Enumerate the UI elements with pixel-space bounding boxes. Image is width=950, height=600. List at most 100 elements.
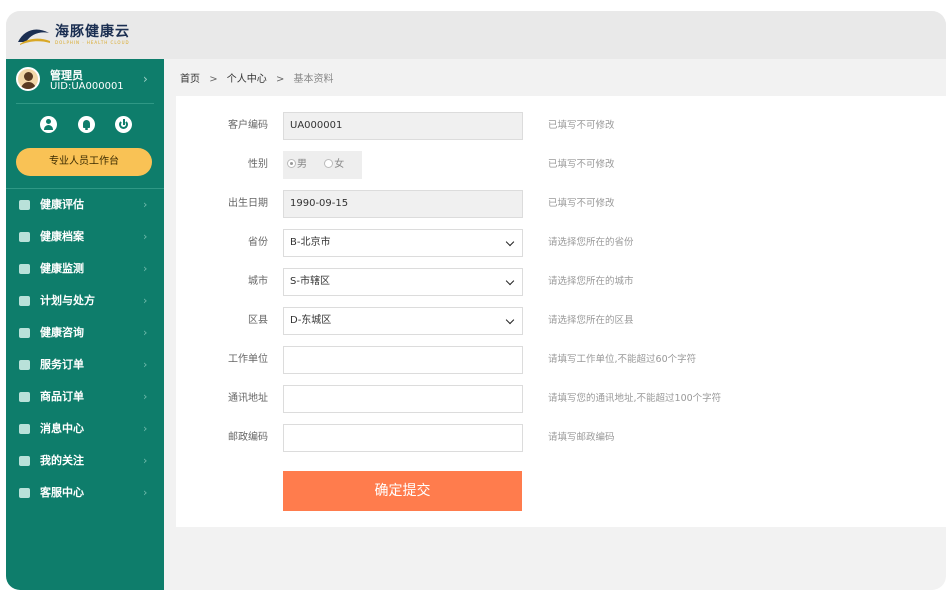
top-bar: 海豚健康云 DOLPHIN · HEALTH CLOUD <box>6 11 946 59</box>
sidebar-item-label: 健康档案 <box>40 230 84 243</box>
sidebar-item-health-consultation[interactable]: 健康咨询 › <box>6 317 164 349</box>
customer-code-label: 客户编码 <box>228 120 268 131</box>
gender-hint: 已填写不可修改 <box>548 159 615 170</box>
form-row-district: 区县 D-东城区 请选择您所在的区县 <box>176 307 946 335</box>
sidebar-item-service-orders[interactable]: 服务订单 › <box>6 349 164 381</box>
form-row-city: 城市 S-市辖区 请选择您所在的城市 <box>176 268 946 296</box>
chevron-right-icon: › <box>143 72 148 86</box>
chevron-right-icon: › <box>143 486 148 499</box>
sidebar-item-label: 服务订单 <box>40 358 84 371</box>
district-select[interactable]: D-东城区 <box>283 307 523 335</box>
submit-button[interactable]: 确定提交 <box>283 471 522 511</box>
gender-female-label: 女 <box>334 159 345 170</box>
user-icon[interactable] <box>40 116 57 133</box>
form-row-birth-date: 出生日期 1990-09-15 已填写不可修改 <box>176 190 946 218</box>
breadcrumb-personal-center[interactable]: 个人中心 <box>227 74 267 85</box>
brand-name: 海豚健康云 <box>55 24 130 40</box>
form-row-customer-code: 客户编码 UA000001 已填写不可修改 <box>176 112 946 140</box>
breadcrumb-separator: > <box>209 74 218 85</box>
work-unit-hint: 请填写工作单位,不能超过60个字符 <box>548 354 697 365</box>
archive-icon <box>19 232 30 242</box>
database-icon <box>19 264 30 274</box>
message-icon <box>19 424 30 434</box>
customer-code-field: UA000001 <box>283 112 523 140</box>
chevron-right-icon: › <box>143 454 148 467</box>
sidebar-item-label: 我的关注 <box>40 454 84 467</box>
work-unit-input[interactable] <box>283 346 523 374</box>
dolphin-logo-icon <box>18 29 50 45</box>
sidebar-item-customer-service[interactable]: 客服中心 › <box>6 477 164 509</box>
avatar <box>16 67 40 91</box>
workbench-button[interactable]: 专业人员工作台 <box>16 148 152 176</box>
chevron-right-icon: › <box>143 230 148 243</box>
sidebar-item-label: 商品订单 <box>40 390 84 403</box>
sidebar-item-label: 消息中心 <box>40 422 84 435</box>
bell-icon[interactable] <box>77 116 95 133</box>
form-row-work-unit: 工作单位 请填写工作单位,不能超过60个字符 <box>176 346 946 374</box>
phone-icon <box>19 488 30 498</box>
app-window: 海豚健康云 DOLPHIN · HEALTH CLOUD 管理员 UID:UA0… <box>6 11 946 590</box>
chevron-right-icon: › <box>143 390 148 403</box>
address-hint: 请填写您的通讯地址,不能超过100个字符 <box>548 393 722 404</box>
sidebar: 管理员 UID:UA000001 › 专业人员工作台 健康评估 › 健康档案 › <box>6 59 164 590</box>
breadcrumb: 首页 > 个人中心 > 基本资料 <box>180 70 334 85</box>
breadcrumb-current: 基本资料 <box>293 74 334 85</box>
user-uid: UID:UA000001 <box>50 81 124 92</box>
sidebar-item-label: 计划与处方 <box>40 294 95 307</box>
gender-label: 性别 <box>248 159 268 170</box>
form-row-address: 通讯地址 请填写您的通讯地址,不能超过100个字符 <box>176 385 946 413</box>
district-hint: 请选择您所在的区县 <box>548 315 634 326</box>
sidebar-item-health-monitoring[interactable]: 健康监测 › <box>6 253 164 285</box>
birth-date-label: 出生日期 <box>228 198 268 209</box>
folder-icon <box>19 296 30 306</box>
sidebar-menu: 健康评估 › 健康档案 › 健康监测 › 计划与处方 › 健康咨询 › 服务订单… <box>6 189 164 509</box>
assessment-icon <box>19 200 30 210</box>
sidebar-item-plans-prescriptions[interactable]: 计划与处方 › <box>6 285 164 317</box>
gender-radio-group: 男 女 <box>283 151 362 179</box>
sidebar-item-label: 健康咨询 <box>40 326 84 339</box>
province-select[interactable]: B-北京市 <box>283 229 523 257</box>
brand-tagline: DOLPHIN · HEALTH CLOUD <box>55 40 130 45</box>
sidebar-item-label: 健康监测 <box>40 262 84 275</box>
brand-logo[interactable]: 海豚健康云 DOLPHIN · HEALTH CLOUD <box>16 24 130 46</box>
district-label: 区县 <box>248 315 268 326</box>
heart-icon <box>19 456 30 466</box>
chevron-right-icon: › <box>143 198 148 211</box>
user-profile[interactable]: 管理员 UID:UA000001 › <box>6 59 164 103</box>
chevron-right-icon: › <box>143 262 148 275</box>
form-row-postcode: 邮政编码 请填写邮政编码 <box>176 424 946 452</box>
address-label: 通讯地址 <box>228 393 268 404</box>
list-icon <box>19 360 30 370</box>
sidebar-item-health-archive[interactable]: 健康档案 › <box>6 221 164 253</box>
divider <box>16 103 154 104</box>
gender-female-radio <box>324 159 334 168</box>
province-hint: 请选择您所在的省份 <box>548 237 634 248</box>
city-hint: 请选择您所在的城市 <box>548 276 634 287</box>
form-row-gender: 性别 男 女 已填写不可修改 <box>176 151 946 179</box>
city-select[interactable]: S-市辖区 <box>283 268 523 296</box>
postcode-hint: 请填写邮政编码 <box>548 432 615 443</box>
customer-code-hint: 已填写不可修改 <box>548 120 615 131</box>
address-input[interactable] <box>283 385 523 413</box>
postcode-input[interactable] <box>283 424 523 452</box>
gender-male-label: 男 <box>297 159 307 170</box>
sidebar-item-label: 客服中心 <box>40 486 84 499</box>
sidebar-item-my-follows[interactable]: 我的关注 › <box>6 445 164 477</box>
work-unit-label: 工作单位 <box>228 354 268 365</box>
breadcrumb-separator: > <box>275 74 285 85</box>
chevron-right-icon: › <box>143 358 148 371</box>
form-row-province: 省份 B-北京市 请选择您所在的省份 <box>176 229 946 257</box>
birth-date-field: 1990-09-15 <box>283 190 523 218</box>
postcode-label: 邮政编码 <box>228 432 268 443</box>
power-icon[interactable] <box>115 116 132 133</box>
chevron-right-icon: › <box>143 422 148 435</box>
province-label: 省份 <box>248 237 268 248</box>
sidebar-item-health-assessment[interactable]: 健康评估 › <box>6 189 164 221</box>
chevron-right-icon: › <box>143 326 148 339</box>
quick-actions <box>40 116 132 134</box>
birth-date-hint: 已填写不可修改 <box>548 198 615 209</box>
sidebar-item-product-orders[interactable]: 商品订单 › <box>6 381 164 413</box>
sidebar-item-message-center[interactable]: 消息中心 › <box>6 413 164 445</box>
mail-icon <box>19 328 30 338</box>
breadcrumb-home[interactable]: 首页 <box>180 74 200 85</box>
